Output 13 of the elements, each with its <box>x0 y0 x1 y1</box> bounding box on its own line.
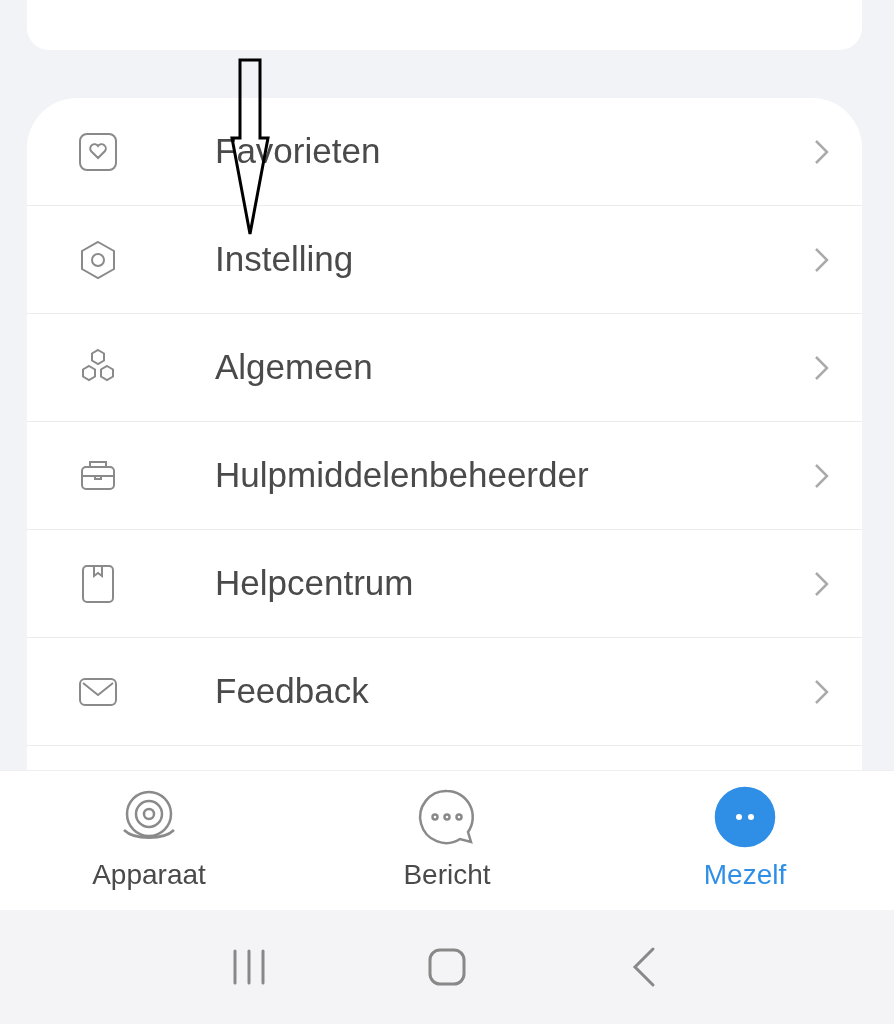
menu-item[interactable]: Instelling <box>27 206 862 314</box>
menu-item[interactable]: Hulpmiddelenbeheerder <box>27 422 862 530</box>
menu-label: Helpcentrum <box>215 562 415 605</box>
profile-icon <box>714 785 776 848</box>
menu-label: Algemeen <box>215 346 374 389</box>
menu-item[interactable]: Algemeen <box>27 314 862 422</box>
tab[interactable]: Apparaat <box>0 771 298 910</box>
menu-label: Hulpmiddelenbeheerder <box>215 454 590 497</box>
menu-label: Instelling <box>215 238 355 281</box>
menu-label: Feedback <box>215 670 370 713</box>
menu-item[interactable]: Feedback <box>27 638 862 746</box>
menu-item[interactable]: Helpcentrum <box>27 530 862 638</box>
tab[interactable]: Bericht <box>298 771 596 910</box>
